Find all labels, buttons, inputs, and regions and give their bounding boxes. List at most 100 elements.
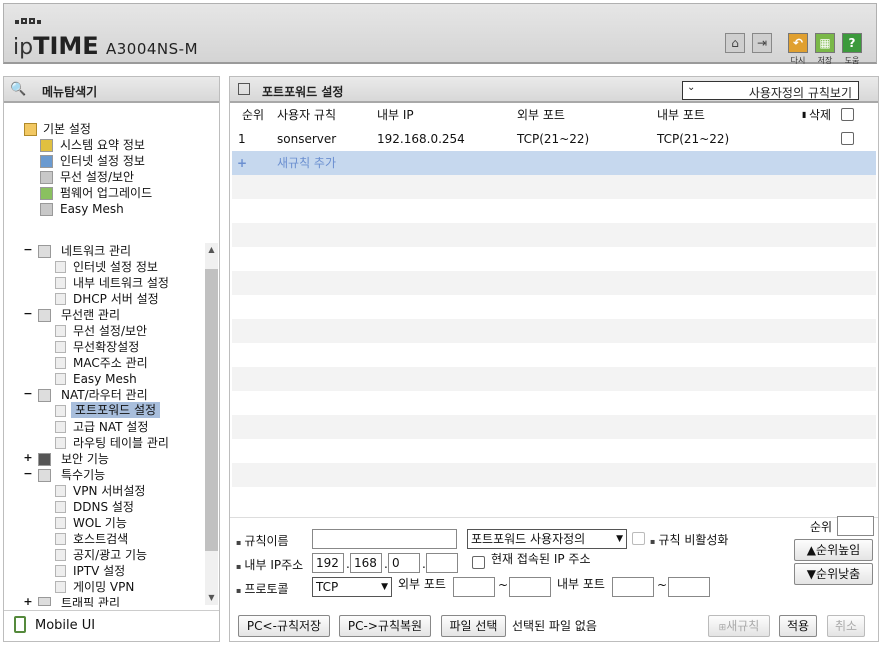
main-panel-header: 포트포워드 설정 ⌄ 사용자정의 규칙보기 xyxy=(230,77,878,103)
tree-group-wireless[interactable]: 무선랜 관리 xyxy=(61,307,120,323)
tree-group-traffic[interactable]: 트래픽 관리 xyxy=(61,595,120,607)
empty-row xyxy=(232,223,876,247)
logout-icon[interactable]: ⇥ xyxy=(752,33,772,53)
file-select-button[interactable]: 파일 선택 xyxy=(441,615,506,637)
page-title: 포트포워드 설정 xyxy=(262,85,344,99)
tree-item-routing-table[interactable]: 라우팅 테이블 관리 xyxy=(73,435,169,451)
expand-icon[interactable]: + xyxy=(23,451,33,464)
page-icon xyxy=(55,533,66,545)
expand-icon[interactable]: + xyxy=(23,595,33,608)
add-rule-row[interactable]: + 새규칙 추가 xyxy=(232,151,876,175)
upgrade-icon xyxy=(40,187,53,200)
rule-type-select[interactable]: 포트포워드 사용자정의 ▼ xyxy=(467,529,627,549)
collapse-icon[interactable]: − xyxy=(23,307,33,320)
collapse-icon[interactable]: − xyxy=(23,243,33,256)
new-rule-button[interactable]: ⊞새규칙 xyxy=(708,615,770,637)
tree-item-vpn-server[interactable]: VPN 서버설정 xyxy=(73,483,145,499)
tree-item-host-search[interactable]: 호스트검색 xyxy=(73,531,128,547)
tree-group-network[interactable]: 네트워크 관리 xyxy=(61,243,131,259)
scroll-down-icon[interactable]: ▼ xyxy=(205,591,218,605)
table-row[interactable]: 1 sonserver 192.168.0.254 TCP(21~22) TCP… xyxy=(232,127,876,151)
tree-item-lan-settings[interactable]: 내부 네트워크 설정 xyxy=(73,275,169,291)
tree-item-dhcp[interactable]: DHCP 서버 설정 xyxy=(73,291,159,307)
sidebar-scrollbar[interactable]: ▲ ▼ xyxy=(205,243,218,605)
internal-port-start[interactable] xyxy=(612,577,654,597)
select-all-checkbox[interactable] xyxy=(841,108,854,121)
tree-item-wireless-extend[interactable]: 무선확장설정 xyxy=(73,339,139,355)
cancel-button[interactable]: 취소 xyxy=(827,615,865,637)
tree-item-internet-info[interactable]: 인터넷 설정 정보 xyxy=(60,153,145,169)
rule-view-select[interactable]: ⌄ 사용자정의 규칙보기 xyxy=(682,81,859,100)
current-ip-checkbox[interactable] xyxy=(472,556,485,569)
internal-port-end[interactable] xyxy=(668,577,710,597)
ip-octet-2[interactable]: 168 xyxy=(350,553,382,573)
disable-rule-checkbox[interactable] xyxy=(632,532,645,545)
priority-input[interactable] xyxy=(837,516,874,536)
menu-explorer-title: 메뉴탐색기 xyxy=(42,85,98,99)
tree-group-nat[interactable]: NAT/라우터 관리 xyxy=(61,387,148,403)
ip-octet-3[interactable]: 0 xyxy=(388,553,420,573)
chevron-down-icon: ▼ xyxy=(616,534,623,544)
special-icon xyxy=(38,469,51,482)
priority-up-button[interactable]: ▲순위높임 xyxy=(794,539,873,561)
row-delete-checkbox[interactable] xyxy=(841,132,854,145)
tree-item-advanced-nat[interactable]: 고급 NAT 설정 xyxy=(73,419,148,435)
tree-item-wireless-settings[interactable]: 무선 설정/보안 xyxy=(73,323,147,339)
tree-group-basic[interactable]: 기본 설정 xyxy=(43,121,91,137)
empty-row xyxy=(232,463,876,487)
tree-item-ddns[interactable]: DDNS 설정 xyxy=(73,499,134,515)
main-panel: 포트포워드 설정 ⌄ 사용자정의 규칙보기 순위 사용자 규칙 내부 IP 외부… xyxy=(229,76,879,642)
tree-item-internet-settings[interactable]: 인터넷 설정 정보 xyxy=(73,259,158,275)
tree-item-wireless-security[interactable]: 무선 설정/보안 xyxy=(60,169,134,185)
protocol-select[interactable]: TCP ▼ xyxy=(312,577,392,597)
mobile-ui-label[interactable]: Mobile UI xyxy=(35,618,95,633)
tree-item-portforward-selected[interactable]: 포트포워드 설정 xyxy=(71,402,161,418)
tree-item-iptv[interactable]: IPTV 설정 xyxy=(73,563,125,579)
home-icon[interactable]: ⌂ xyxy=(725,33,745,53)
disable-rule-label: 규칙 비활성화 xyxy=(650,531,728,548)
restore-rules-from-pc-button[interactable]: PC->규칙복원 xyxy=(339,615,431,637)
rule-name-input[interactable] xyxy=(312,529,457,549)
priority-down-button[interactable]: ▼순위낮춤 xyxy=(794,563,873,585)
tree-item-easymesh[interactable]: Easy Mesh xyxy=(60,201,124,217)
save-rules-to-pc-button[interactable]: PC<-규칙저장 xyxy=(238,615,330,637)
scrollbar-thumb[interactable] xyxy=(205,269,218,551)
protocol-label: 프로토콜 xyxy=(236,580,288,597)
add-rule-label[interactable]: 새규칙 추가 xyxy=(277,151,336,175)
tree-group-special[interactable]: 특수기능 xyxy=(61,467,105,483)
tree-item-firmware[interactable]: 펌웨어 업그레이드 xyxy=(60,185,152,201)
tree-item-mac[interactable]: MAC주소 관리 xyxy=(73,355,148,371)
rule-form: 규칙이름 포트포워드 사용자정의▼ 규칙 비활성화 순위 내부 IP주소 192… xyxy=(230,516,878,641)
restart-label[interactable]: 다시 xyxy=(786,55,810,66)
tree-item-wol[interactable]: WOL 기능 xyxy=(73,515,127,531)
collapse-icon[interactable]: − xyxy=(23,387,33,400)
save-label[interactable]: 저장 xyxy=(813,55,837,66)
tree-item-easymesh-2[interactable]: Easy Mesh xyxy=(73,371,137,387)
save-icon[interactable]: ▦ xyxy=(815,33,835,53)
help-icon[interactable]: ? xyxy=(842,33,862,53)
tree-item-gaming-vpn[interactable]: 게이밍 VPN xyxy=(73,579,134,595)
collapse-icon[interactable]: − xyxy=(23,467,33,480)
help-label[interactable]: 도움 xyxy=(840,55,864,66)
scroll-up-icon[interactable]: ▲ xyxy=(205,243,218,257)
tree-item-notice[interactable]: 공지/광고 기능 xyxy=(73,547,147,563)
external-port-end[interactable] xyxy=(509,577,551,597)
external-port-start[interactable] xyxy=(453,577,495,597)
page-icon xyxy=(55,485,66,497)
ip-octet-1[interactable]: 192 xyxy=(312,553,344,573)
col-delete: 삭제 xyxy=(809,108,832,122)
tree-group-security[interactable]: 보안 기능 xyxy=(61,451,109,467)
tree-item-system-summary[interactable]: 시스템 요약 정보 xyxy=(60,137,145,153)
empty-row xyxy=(232,415,876,439)
wifi-icon xyxy=(40,171,53,184)
mobile-ui-link[interactable]: Mobile UI xyxy=(4,610,219,641)
restart-icon[interactable]: ↶ xyxy=(788,33,808,53)
empty-row xyxy=(232,175,876,199)
menu-explorer: 🔍 메뉴탐색기 기본 설정 시스템 요약 정보 인터넷 설정 정보 무선 설정/… xyxy=(3,76,220,642)
ip-octet-4[interactable] xyxy=(426,553,458,573)
apply-button[interactable]: 적용 xyxy=(779,615,817,637)
col-internal-ip: 내부 IP xyxy=(377,108,414,122)
col-internal-port: 내부 포트 xyxy=(657,108,705,122)
model-name: A3004NS-M xyxy=(106,40,199,58)
page-icon xyxy=(55,261,66,273)
